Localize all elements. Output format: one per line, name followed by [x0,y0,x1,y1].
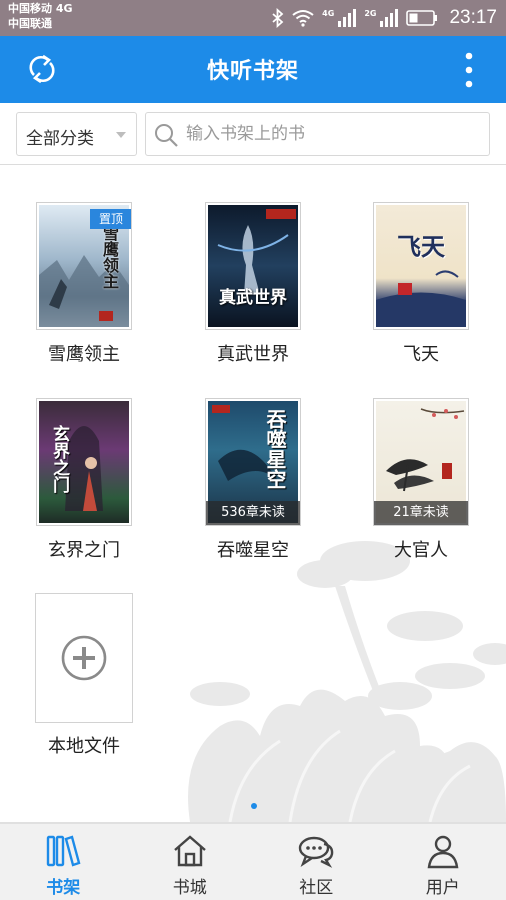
more-vertical-icon[interactable] [462,51,476,89]
category-dropdown[interactable]: 全部分类 [16,112,137,156]
chat-icon [299,836,334,868]
carrier-1: 中国移动 4G [8,2,73,15]
nav-item-community[interactable]: 社区 [253,824,380,900]
book-title: 飞天 [403,344,439,365]
caret-down-icon [116,132,126,138]
network-type-2: 2G [364,9,377,18]
cover-art [217,209,296,295]
pinned-badge: 置顶 [90,209,131,229]
bookshelf-icon [47,835,81,867]
bookshelf-grid: 雪鹰领主 置顶 雪鹰领主 真武世界 真武世界 飞天 飞天 玄界之门 玄界之门 吞… [0,166,506,822]
wifi-icon [292,10,314,27]
signal-icon-2 [380,9,399,27]
book-cover[interactable]: 真武世界 [205,202,301,330]
bluetooth-icon [272,8,284,28]
user-icon [427,835,459,869]
book-cover[interactable]: 飞天 [373,202,469,330]
category-label: 全部分类 [26,129,94,149]
add-local-file-label: 本地文件 [48,736,120,757]
status-icons: 4G 2G 23:17 [272,6,497,30]
unread-badge: 21章未读 [374,501,468,525]
nav-label: 社区 [299,878,334,898]
cover-title: 真武世界 [219,288,287,308]
book-cover[interactable]: 吞噬星空 536章未读 [205,398,301,526]
book-title: 玄界之门 [48,540,120,561]
page-title: 快听书架 [206,59,299,84]
app-bar: 快听书架 [0,36,506,103]
search-input[interactable] [186,119,482,149]
cover-art [376,270,466,327]
battery-icon [406,10,438,26]
nav-item-bookshelf[interactable]: 书架 [0,824,127,900]
home-icon [173,835,206,867]
book-title: 吞噬星空 [217,540,289,561]
page-indicator-dot [251,803,257,809]
lotus-background-art [188,541,506,822]
search-box[interactable] [145,112,490,156]
unread-badge: 536章未读 [206,501,300,525]
nav-label: 书架 [46,878,81,898]
filter-bar: 全部分类 [0,103,506,165]
nav-item-user[interactable]: 用户 [380,824,506,900]
book-cover[interactable]: 21章未读 [373,398,469,526]
network-type-1: 4G [322,9,335,18]
carrier-2: 中国联通 [8,17,52,30]
bottom-navigation: 书架 书城 社区 用户 [0,822,506,900]
cover-title: 吞噬星空 [263,409,287,489]
cover-title: 雪鹰领主 [100,225,119,289]
carrier-info: 中国移动 4G 中国联通 [8,1,73,31]
book-cover[interactable]: 雪鹰领主 置顶 [36,202,132,330]
nav-item-bookstore[interactable]: 书城 [127,824,254,900]
add-circle-icon [61,635,107,681]
status-bar: 中国移动 4G 中国联通 4G 2G 23:17 [0,0,506,36]
book-title: 大官人 [394,540,448,561]
book-title: 雪鹰领主 [48,344,120,365]
add-local-file-button[interactable] [35,593,133,723]
nav-label: 书城 [172,878,207,898]
book-cover[interactable]: 玄界之门 [36,398,132,526]
nav-label: 用户 [425,878,460,898]
search-icon [155,124,178,147]
cover-title: 飞天 [397,233,445,261]
book-title: 真武世界 [217,344,289,365]
clock: 23:17 [449,7,497,28]
cover-title: 玄界之门 [49,425,69,493]
signal-icon [338,9,357,27]
